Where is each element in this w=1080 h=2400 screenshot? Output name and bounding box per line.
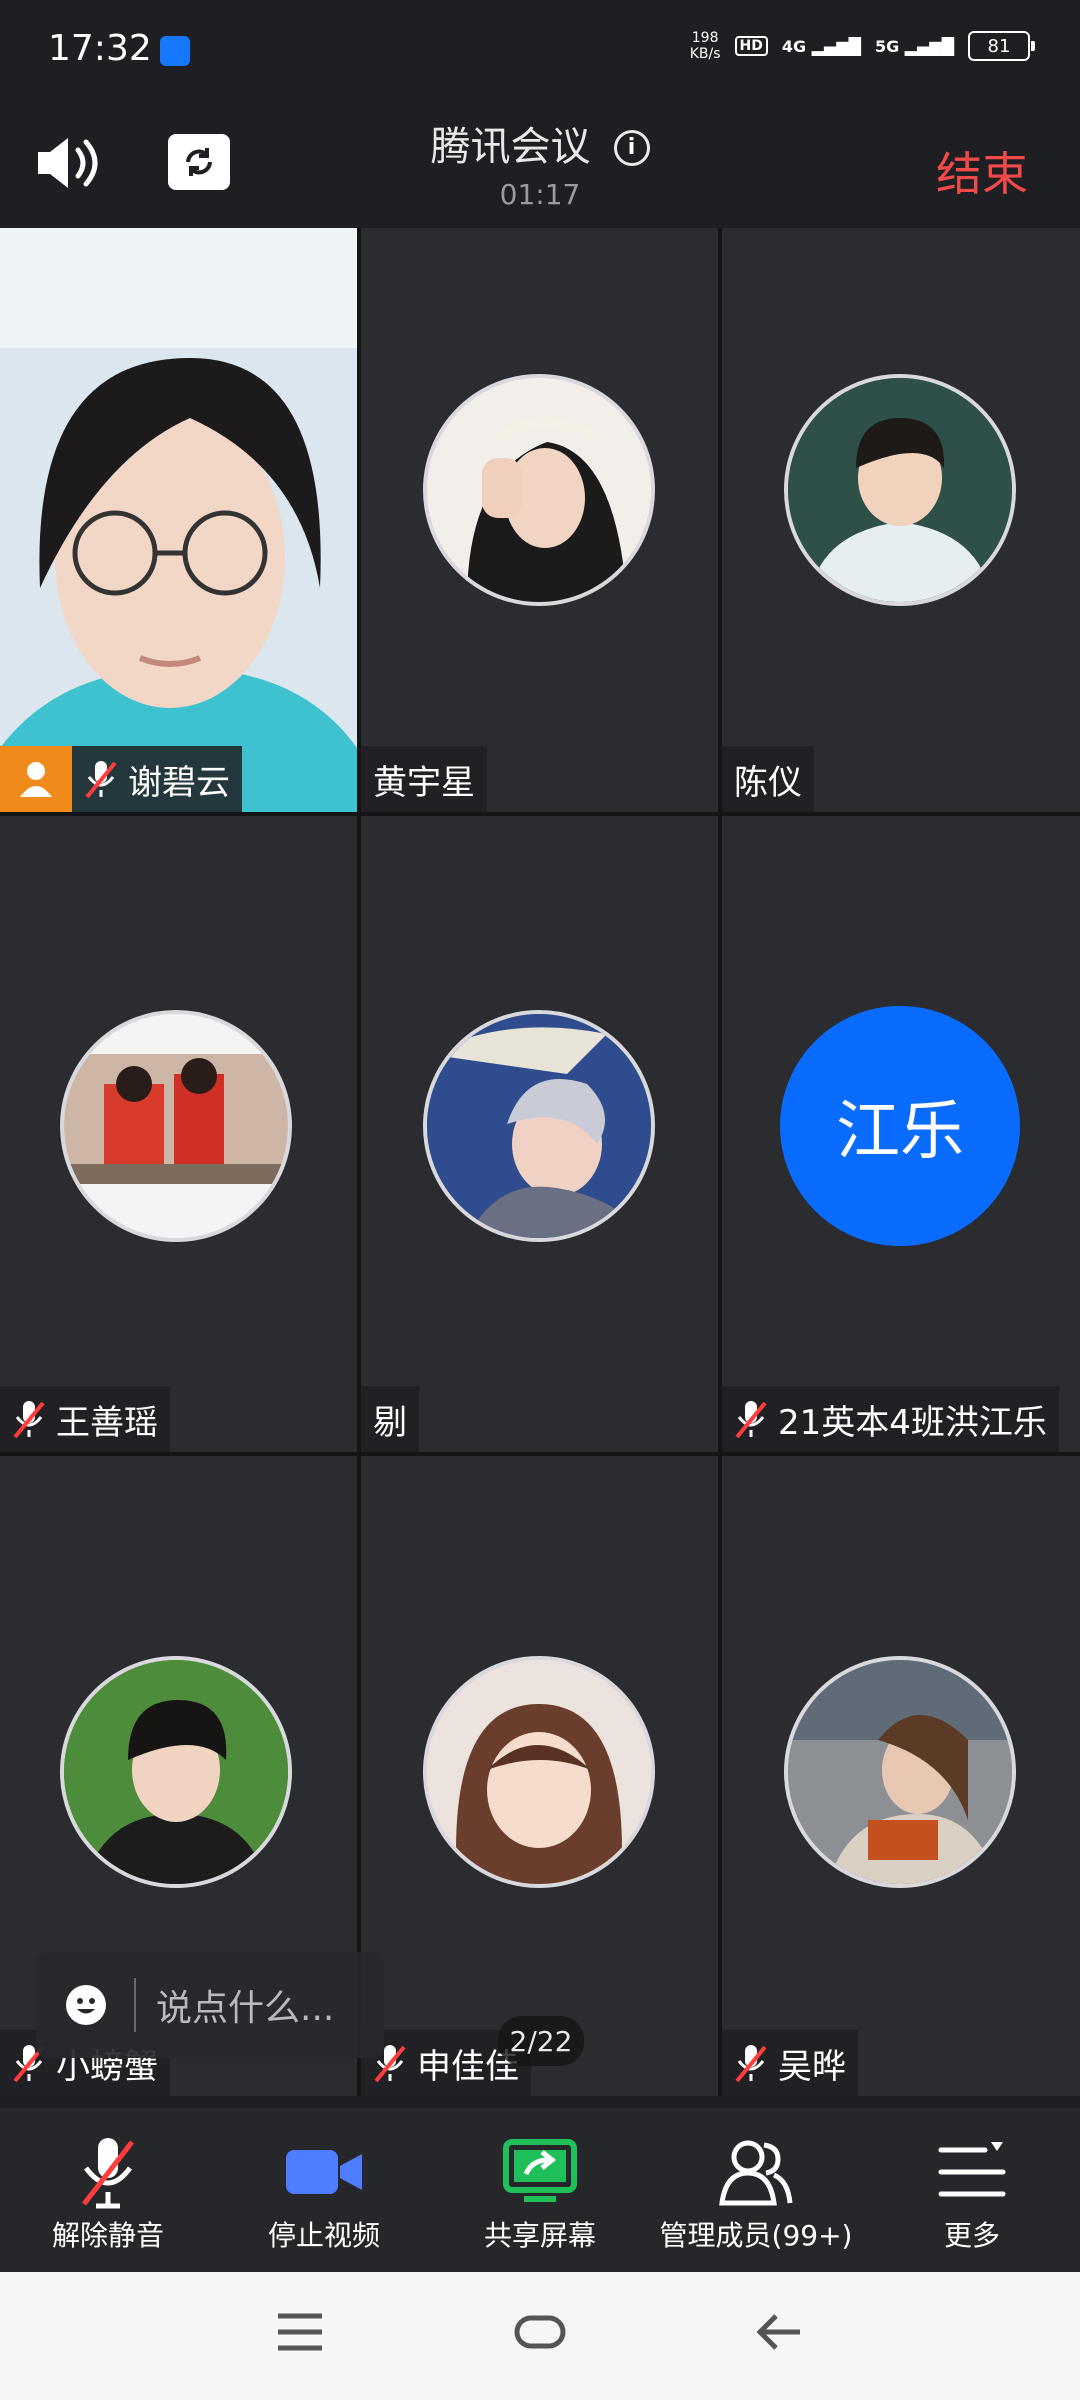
mic-muted-icon <box>12 1399 46 1439</box>
share-screen-label: 共享屏幕 <box>483 2219 596 2252</box>
app-notification-icon <box>160 36 190 66</box>
avatar <box>423 1656 655 1888</box>
video-camera-icon <box>284 2134 364 2210</box>
signal-4g-icon: 4G ▂▄▆█ <box>781 36 861 56</box>
mic-muted-icon <box>84 759 118 799</box>
participant-name-tag: 21英本4班洪江乐 <box>722 1386 1059 1452</box>
home-icon[interactable] <box>514 2312 566 2352</box>
avatar <box>60 1010 292 1242</box>
participant-tile[interactable]: 陈仪 <box>722 228 1080 812</box>
emoji-icon[interactable] <box>66 1985 106 2025</box>
unmute-label: 解除静音 <box>51 2219 164 2252</box>
participant-name-tag: 剔 <box>361 1386 419 1452</box>
participant-tile[interactable]: 黄宇星 <box>361 228 718 812</box>
signal-5g-icon: 5G ▂▄▆█ <box>874 36 954 56</box>
hd-icon: HD <box>734 36 768 56</box>
participant-name-tag: 黄宇星 <box>361 746 487 812</box>
mic-muted-icon <box>734 2043 768 2083</box>
network-speed: 198 KB/s <box>690 30 721 62</box>
meeting-title-area: 腾讯会议 i 01:17 <box>0 114 1080 211</box>
participant-tile[interactable]: 申佳佳 <box>361 1456 718 2096</box>
participant-grid: 谢碧云 黄宇星 陈仪 王善瑶 剔 江乐 21英本4班洪江乐 小螃蟹 申佳佳 吴晔 <box>0 228 1080 2096</box>
network-speed-unit: KB/s <box>689 46 721 62</box>
meeting-title: 腾讯会议 <box>430 124 591 170</box>
participant-tile[interactable]: 吴晔 <box>722 1456 1080 2096</box>
meeting-timer: 01:17 <box>499 178 581 211</box>
share-screen-button[interactable]: 共享屏幕 <box>432 2108 648 2272</box>
members-icon <box>716 2134 796 2210</box>
participant-name: 谢碧云 <box>128 762 230 803</box>
status-bar: 17:32 198 KB/s HD 4G ▂▄▆█ 5G ▂▄▆█ 81 <box>0 0 1080 100</box>
chat-input[interactable]: 说点什么... <box>36 1952 384 2058</box>
participant-name: 王善瑶 <box>56 1402 158 1443</box>
avatar <box>423 374 655 606</box>
share-screen-icon <box>502 2134 578 2210</box>
stop-video-label: 停止视频 <box>267 2219 380 2252</box>
end-meeting-button[interactable]: 结束 <box>936 138 1028 204</box>
chat-placeholder: 说点什么... <box>156 1988 335 2029</box>
participant-video-feed <box>0 228 357 812</box>
more-button[interactable]: 更多 <box>864 2108 1080 2272</box>
participant-name: 陈仪 <box>734 762 802 803</box>
status-indicators: 198 KB/s HD 4G ▂▄▆█ 5G ▂▄▆█ 81 <box>690 30 1035 62</box>
meeting-header: 腾讯会议 i 01:17 结束 <box>0 100 1080 228</box>
manage-members-button[interactable]: 管理成员(99+) <box>648 2108 864 2272</box>
more-label: 更多 <box>943 2219 1000 2252</box>
participant-name-tag: 谢碧云 <box>72 746 242 812</box>
chat-divider <box>134 1978 136 2032</box>
participant-name: 吴晔 <box>778 2046 846 2087</box>
unmute-button[interactable]: 解除静音 <box>0 2108 216 2272</box>
participant-tile[interactable]: 江乐 21英本4班洪江乐 <box>722 816 1080 1452</box>
manage-members-label: 管理成员(99+) <box>659 2219 853 2252</box>
page-indicator: 2/22 <box>498 2016 584 2066</box>
participant-name: 剔 <box>373 1402 407 1443</box>
system-navigation-bar <box>0 2272 1080 2400</box>
participant-name: 黄宇星 <box>373 762 475 803</box>
avatar-initials: 江乐 <box>780 1006 1020 1246</box>
host-badge-icon <box>0 746 72 812</box>
info-icon[interactable]: i <box>613 130 650 166</box>
meeting-toolbar: 解除静音 停止视频 共享屏幕 管理成员(99+) 更多 <box>0 2108 1080 2272</box>
back-icon[interactable] <box>756 2310 804 2354</box>
status-time: 17:32 <box>48 28 152 69</box>
menu-icon[interactable] <box>276 2312 324 2352</box>
network-speed-value: 198 <box>691 30 719 46</box>
avatar <box>784 1656 1016 1888</box>
participant-name: 21英本4班洪江乐 <box>778 1402 1047 1443</box>
avatar <box>784 374 1016 606</box>
participant-name-tag: 陈仪 <box>722 746 814 812</box>
avatar <box>423 1010 655 1242</box>
participant-tile[interactable]: 谢碧云 <box>0 228 357 812</box>
mic-muted-icon <box>734 1399 768 1439</box>
participant-tile[interactable]: 剔 <box>361 816 718 1452</box>
stop-video-button[interactable]: 停止视频 <box>216 2108 432 2272</box>
more-menu-icon <box>937 2134 1007 2210</box>
avatar <box>60 1656 292 1888</box>
participant-name-tag: 王善瑶 <box>0 1386 170 1452</box>
participant-tile[interactable]: 王善瑶 <box>0 816 357 1452</box>
battery-icon: 81 <box>968 31 1035 61</box>
participant-name-tag: 吴晔 <box>722 2030 858 2096</box>
mic-muted-icon <box>78 2134 138 2210</box>
